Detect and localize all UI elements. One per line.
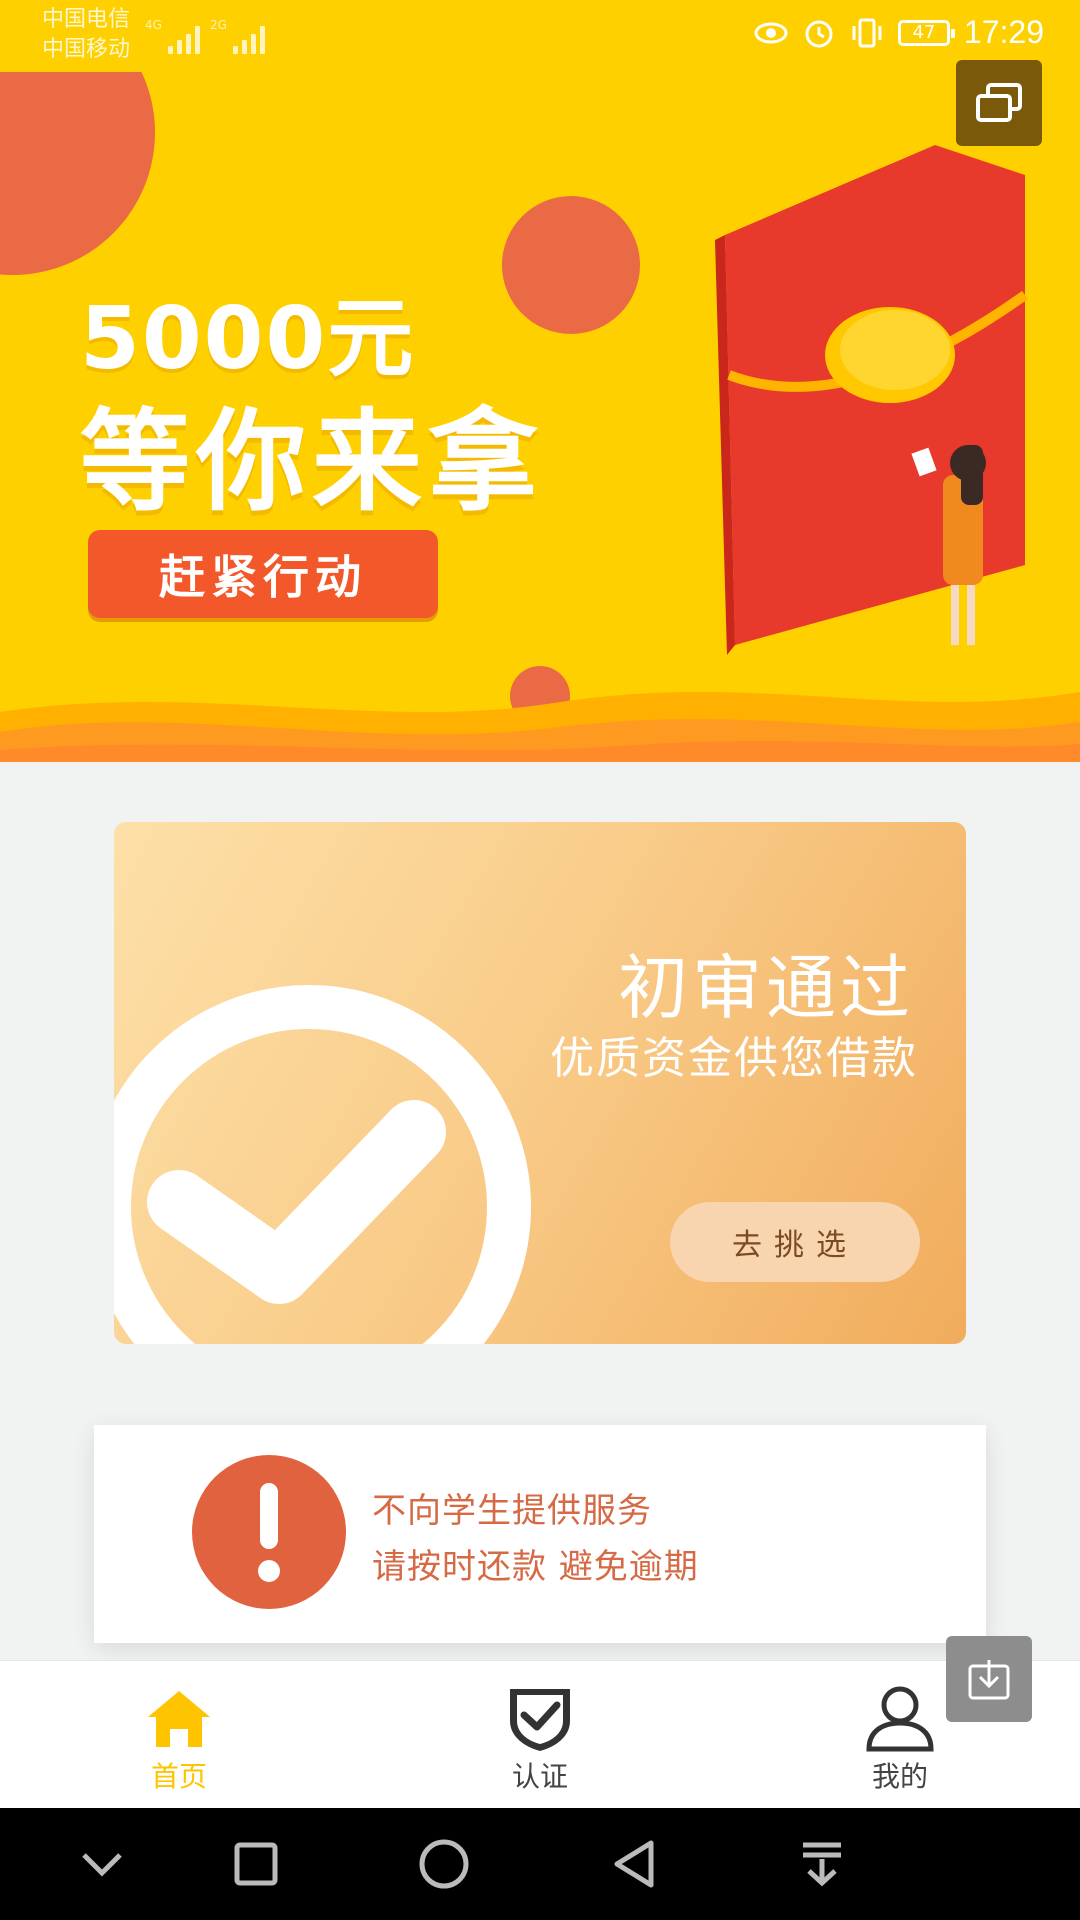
system-nav-bar <box>0 1808 1080 1920</box>
vibrate-icon <box>850 16 884 50</box>
red-envelope-illustration <box>715 145 1028 655</box>
battery-icon: 47 <box>897 19 955 46</box>
bottom-tab-bar: 首页 认证 我的 <box>0 1660 1080 1809</box>
approval-subtitle: 优质资金供您借款 <box>550 1033 918 1084</box>
carrier-2: 中国移动 <box>42 37 131 62</box>
banner-cta-button[interactable]: 赶紧行动 <box>88 530 438 618</box>
nav-recents-button[interactable] <box>226 1834 286 1894</box>
home-icon <box>148 1691 210 1747</box>
approval-card[interactable]: 初审通过 优质资金供您借款 去挑选 <box>114 822 966 1344</box>
nav-home-button[interactable] <box>414 1834 474 1894</box>
alarm-icon <box>802 16 836 50</box>
warning-icon <box>192 1455 346 1609</box>
signal-2-icon: 2G <box>210 18 265 54</box>
banner-waves <box>0 692 1080 762</box>
notice-line-2: 请按时还款 避免逾期 <box>372 1547 699 1587</box>
multi-window-icon <box>976 83 1022 122</box>
tab-mine-label: 我的 <box>871 1760 928 1793</box>
chevron-down-icon <box>82 1853 122 1877</box>
tab-auth[interactable]: 认证 <box>440 1661 640 1809</box>
carrier-1: 中国电信 <box>42 7 131 32</box>
tab-home-label: 首页 <box>150 1760 207 1793</box>
tab-home[interactable]: 首页 <box>79 1661 279 1809</box>
tab-auth-label: 认证 <box>511 1760 568 1793</box>
nav-back-button[interactable] <box>604 1834 664 1894</box>
nav-collapse-button[interactable] <box>72 1834 132 1894</box>
pick-button[interactable]: 去挑选 <box>670 1202 920 1282</box>
notice-card: 不向学生提供服务 请按时还款 避免逾期 <box>94 1425 986 1643</box>
check-circle-icon <box>114 985 531 1344</box>
floating-download-button[interactable] <box>946 1636 1032 1722</box>
approval-title: 初审通过 <box>618 947 914 1029</box>
banner-slogan: 等你来拿 <box>80 398 544 526</box>
user-icon <box>866 1686 934 1752</box>
promo-banner[interactable]: 5000元 等你来拿 赶紧行动 <box>0 0 1080 762</box>
circle-icon <box>419 1839 469 1889</box>
square-icon <box>234 1842 278 1886</box>
signal-1-icon: 4G <box>145 18 200 54</box>
status-bar: 中国电信 中国移动 4G 2G 47 17:29 <box>0 0 1080 72</box>
decor-circle-mid <box>502 196 640 334</box>
triangle-back-icon <box>614 1840 654 1888</box>
download-icon <box>968 1660 1010 1700</box>
nav-notification-button[interactable] <box>792 1834 852 1894</box>
notice-line-1: 不向学生提供服务 <box>372 1491 652 1531</box>
pull-down-icon <box>803 1842 841 1887</box>
eye-icon <box>754 16 788 50</box>
window-switch-button[interactable] <box>956 60 1042 146</box>
status-time: 17:29 <box>963 14 1044 50</box>
shield-check-icon <box>510 1689 570 1751</box>
